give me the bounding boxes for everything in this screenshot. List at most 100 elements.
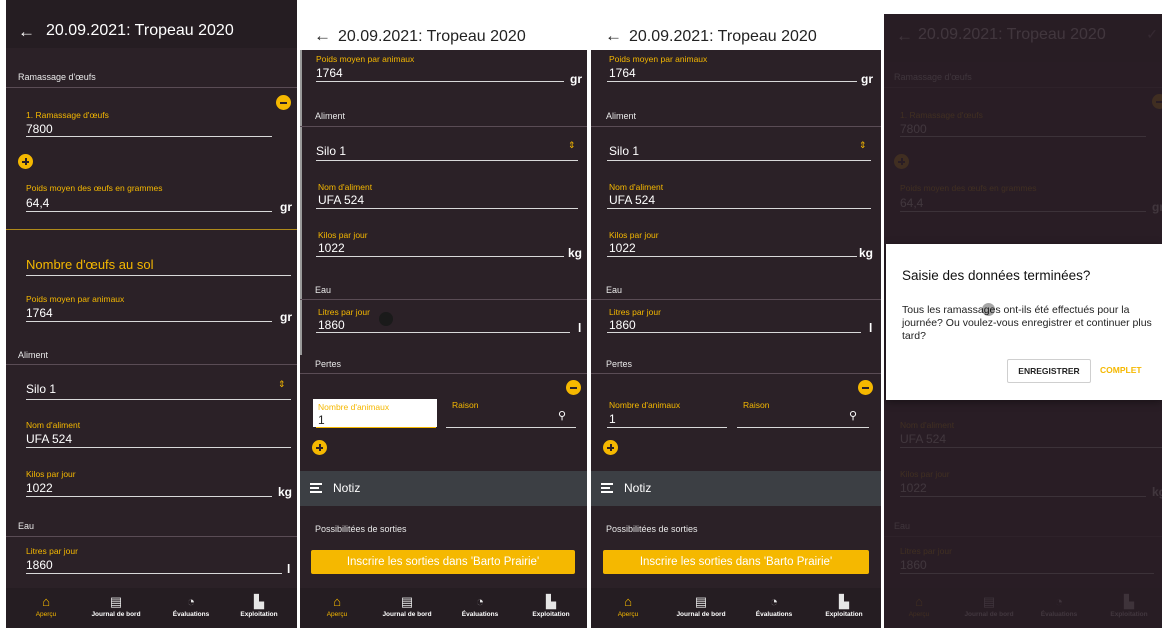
farm-icon: ▙ [546,594,556,609]
input-underline [26,211,272,212]
remove-loss-icon[interactable] [566,380,581,395]
feed-name-input[interactable]: UFA 524 [318,193,364,207]
back-arrow-icon[interactable]: ← [605,26,622,46]
nav-label: Aperçu [35,611,57,618]
home-icon: ⌂ [333,594,341,609]
logbook-icon: ▤ [109,594,123,609]
select-caret-icon[interactable]: ⇕ [568,140,576,151]
nav-overview[interactable]: ⌂ Aperçu [11,588,81,619]
liters-input[interactable]: 1860 [26,558,53,572]
nav-label: Journal de bord [676,611,726,618]
animal-weight-input[interactable]: 1764 [316,66,343,80]
screen-1: ← 20.09.2021: Tropeau 2020 Ramassage d'œ… [6,0,297,628]
section-water: Eau [606,285,623,295]
input-underline [26,321,272,322]
animal-weight-label: Poids moyen par animaux [26,294,125,304]
page-title: 20.09.2021: Tropeau 2020 [46,22,234,39]
feed-name-input[interactable]: UFA 524 [609,193,655,207]
section-exits: Possibilitées de sorties [315,524,407,534]
nav-evaluations[interactable]: ◔ Évaluations [156,588,226,619]
touch-indicator [379,312,393,326]
select-caret-icon[interactable]: ⇕ [278,379,286,390]
save-button[interactable]: ENREGISTRER [1007,359,1091,383]
notes-bar[interactable]: Notiz [300,471,587,506]
section-feed: Aliment [18,350,49,360]
back-arrow-icon[interactable]: ← [314,26,331,46]
divider [6,364,297,365]
liters-label: Litres par jour [609,307,661,317]
animal-weight-unit: gr [861,72,873,86]
app-bar: ← 20.09.2021: Tropeau 2020 [300,14,587,50]
liters-unit: l [578,321,582,335]
gauge-icon: ◔ [476,594,484,609]
complete-button[interactable]: COMPLET [1100,359,1142,381]
register-exits-button[interactable]: Inscrire les sorties dans 'Barto Prairie… [311,550,575,574]
reason-label: Raison [452,400,479,410]
animals-count-label: Nombre d'animaux [318,402,390,412]
nav-logbook[interactable]: ▤ Journal de bord [81,588,151,619]
nav-logbook[interactable]: ▤ Journal de bord [372,588,442,619]
nav-label: Aperçu [326,611,348,618]
feed-name-input[interactable]: UFA 524 [26,432,72,446]
kilos-input[interactable]: 1022 [318,241,345,255]
add-collection-icon[interactable] [18,154,33,169]
back-arrow-icon[interactable]: ← [18,22,35,42]
nav-farm[interactable]: ▙ Exploitation [516,588,586,619]
animal-weight-input[interactable]: 1764 [609,66,636,80]
logbook-icon: ▤ [694,594,708,609]
completion-dialog: Saisie des données terminées? Tous les r… [886,244,1162,400]
nav-overview[interactable]: ⌂ Aperçu [593,588,663,619]
select-caret-icon[interactable]: ⇕ [859,140,867,151]
input-underline [607,208,871,209]
home-icon: ⌂ [42,594,50,609]
silo-select[interactable]: Silo 1 [316,144,346,158]
dialog-message: Tous les ramassages ont-ils été effectué… [902,304,1152,342]
kilos-input[interactable]: 1022 [26,481,53,495]
farm-icon: ▙ [839,594,849,609]
input-underline [316,81,564,82]
collection1-label: 1. Ramassage d'œufs [26,110,109,120]
nav-farm[interactable]: ▙ Exploitation [224,588,294,619]
input-underline [316,256,564,257]
animals-count-input[interactable]: 1 [318,413,325,427]
floor-eggs-input[interactable]: Nombre d'œufs au sol [26,257,153,272]
input-underline [26,399,291,400]
collection1-input[interactable]: 7800 [26,122,53,136]
nav-label: Évaluations [461,611,499,618]
nav-label: Aperçu [617,611,639,618]
input-underline [26,496,272,497]
notes-label: Notiz [333,481,361,495]
kilos-input[interactable]: 1022 [609,241,636,255]
remove-loss-icon[interactable] [858,380,873,395]
nav-label: Exploitation [825,611,863,618]
nav-overview[interactable]: ⌂ Aperçu [302,588,372,619]
notes-bar[interactable]: Notiz [591,471,881,506]
animal-weight-input[interactable]: 1764 [26,306,53,320]
animals-count-input[interactable]: 1 [609,412,616,426]
add-loss-icon[interactable] [312,440,327,455]
nav-logbook[interactable]: ▤ Journal de bord [666,588,736,619]
liters-input[interactable]: 1860 [609,318,636,332]
nav-evaluations[interactable]: ◔ Évaluations [445,588,515,619]
silo-select[interactable]: Silo 1 [609,144,639,158]
register-exits-button[interactable]: Inscrire les sorties dans 'Barto Prairie… [603,550,869,574]
remove-collection-icon[interactable] [276,95,291,110]
search-icon[interactable]: ⚲ [849,409,857,422]
egg-weight-input[interactable]: 64,4 [26,196,49,210]
input-underline [26,447,291,448]
scrollbar[interactable] [300,50,302,355]
input-underline [316,160,578,161]
kilos-unit: kg [568,246,583,260]
divider [300,373,587,374]
nav-farm[interactable]: ▙ Exploitation [809,588,879,619]
add-loss-icon[interactable] [603,440,618,455]
liters-input[interactable]: 1860 [318,318,345,332]
feed-name-label: Nom d'aliment [318,182,373,192]
silo-select[interactable]: Silo 1 [26,382,56,396]
notes-icon [310,483,322,493]
screen-4: ← 20.09.2021: Tropeau 2020 ✓ Ramassage d… [884,14,1162,628]
kilos-unit: kg [859,246,874,260]
search-icon[interactable]: ⚲ [558,409,566,422]
nav-evaluations[interactable]: ◔ Évaluations [739,588,809,619]
divider [591,299,881,300]
